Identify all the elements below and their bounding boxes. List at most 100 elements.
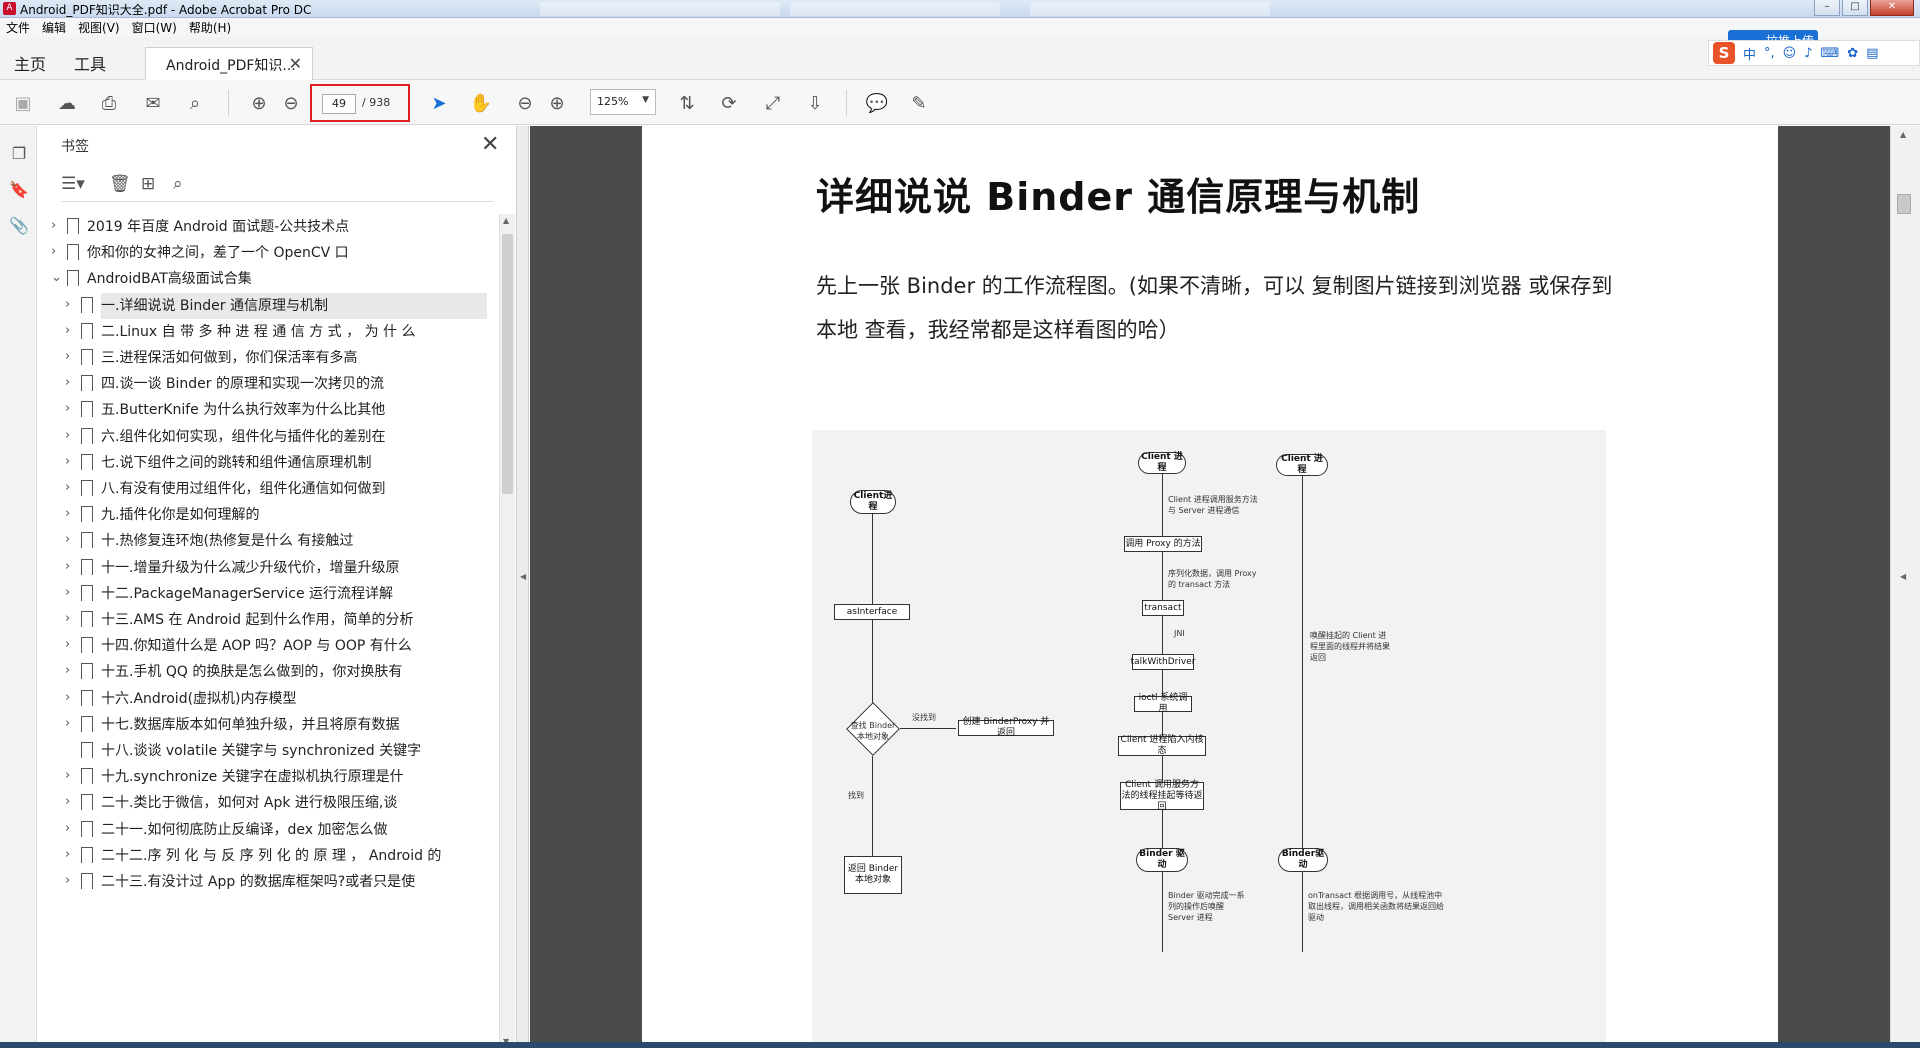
- bookmark-item[interactable]: › 2019 年百度 Android 面试题-公共技术点: [37, 214, 497, 240]
- bookmark-item[interactable]: › 二.Linux 自 带 多 种 进 程 通 信 方 式 ， 为 什 么: [37, 319, 497, 345]
- panel-resize-handle[interactable]: ◀: [517, 126, 529, 1048]
- chevron-right-icon[interactable]: ›: [65, 480, 70, 495]
- zoom-in-icon[interactable]: ⊕: [544, 90, 570, 116]
- bookmark-item[interactable]: › 一.详细说说 Binder 通信原理与机制: [37, 292, 497, 319]
- ime-keyboard-icon[interactable]: ⌨: [1821, 46, 1840, 61]
- menu-edit[interactable]: 编辑: [42, 19, 66, 36]
- bookmark-item[interactable]: › 二十二.序 列 化 与 反 序 列 化 的 原 理 ， Android 的: [37, 843, 497, 869]
- chevron-right-icon[interactable]: ›: [65, 532, 70, 547]
- chevron-right-icon[interactable]: ›: [65, 637, 70, 652]
- bookmark-item[interactable]: › 十九.synchronize 关键字在虚拟机执行原理是什: [37, 764, 497, 790]
- collapse-panel-icon[interactable]: ◀: [520, 572, 526, 581]
- upload-cloud-icon[interactable]: ☁: [54, 90, 80, 116]
- bookmark-item[interactable]: › 九.插件化你是如何理解的: [37, 502, 497, 528]
- ime-tools-icon[interactable]: ▤: [1866, 46, 1878, 61]
- previous-page-icon[interactable]: ⊕: [246, 90, 272, 116]
- chevron-right-icon[interactable]: ›: [51, 218, 56, 233]
- bookmark-item[interactable]: › 十三.AMS 在 Android 起到什么作用，简单的分析: [37, 607, 497, 633]
- minimize-button[interactable]: –: [1814, 0, 1840, 16]
- bookmark-item[interactable]: › 二十.类比于微信，如何对 Apk 进行极限压缩,谈: [37, 790, 497, 816]
- page-thumbnails-icon[interactable]: ❐: [9, 144, 29, 164]
- bookmark-item[interactable]: › 三.进程保活如何做到，你们保活率有多高: [37, 345, 497, 371]
- chevron-right-icon[interactable]: ›: [65, 375, 70, 390]
- search-icon[interactable]: ⌕: [182, 90, 208, 116]
- bookmark-item[interactable]: › 十一.增量升级为什么减少升级代价，增量升级原: [37, 555, 497, 581]
- fullscreen-icon[interactable]: ⤢: [760, 90, 786, 116]
- menu-file[interactable]: 文件: [6, 19, 30, 36]
- chevron-right-icon[interactable]: ›: [65, 690, 70, 705]
- rotate-icon[interactable]: ⟳: [716, 90, 742, 116]
- select-cursor-icon[interactable]: ➤: [426, 90, 452, 116]
- scroll-up-icon[interactable]: ▲: [1900, 130, 1906, 139]
- print-icon[interactable]: ⎙: [96, 90, 122, 116]
- bookmark-item[interactable]: 十八.谈谈 volatile 关键字与 synchronized 关键字: [37, 738, 497, 764]
- chevron-right-icon[interactable]: ›: [65, 297, 70, 312]
- bookmarks-icon[interactable]: 🔖: [9, 180, 29, 200]
- chevron-right-icon[interactable]: ›: [65, 847, 70, 862]
- bookmark-item[interactable]: › 十五.手机 QQ 的换肤是怎么做到的，你对换肤有: [37, 659, 497, 685]
- menu-view[interactable]: 视图(V): [78, 19, 120, 36]
- bookmark-item[interactable]: ⌄ AndroidBAT高级面试合集: [37, 266, 497, 292]
- bookmark-item[interactable]: › 十二.PackageManagerService 运行流程详解: [37, 581, 497, 607]
- chevron-right-icon[interactable]: ›: [65, 663, 70, 678]
- chevron-right-icon[interactable]: ›: [65, 716, 70, 731]
- chevron-right-icon[interactable]: ›: [65, 794, 70, 809]
- current-page-input[interactable]: 49: [322, 94, 356, 114]
- bookmark-item[interactable]: › 十四.你知道什么是 AOP 吗？AOP 与 OOP 有什么: [37, 633, 497, 659]
- bookmark-item[interactable]: › 八.有没有使用过组件化，组件化通信如何做到: [37, 476, 497, 502]
- chevron-right-icon[interactable]: ›: [65, 323, 70, 338]
- scroll-mode-icon[interactable]: ⇩: [802, 90, 828, 116]
- bookmark-item[interactable]: › 十七.数据库版本如何单独升级，并且将原有数据: [37, 712, 497, 738]
- close-window-button[interactable]: ✕: [1870, 0, 1914, 16]
- bookmark-item[interactable]: › 六.组件化如何实现，组件化与插件化的差别在: [37, 424, 497, 450]
- bookmarks-scrollbar[interactable]: ▲ ▼: [499, 214, 515, 1048]
- bookmark-item[interactable]: › 二十一.如何彻底防止反编译，dex 加密怎么做: [37, 817, 497, 843]
- chevron-right-icon[interactable]: ›: [65, 401, 70, 416]
- maximize-button[interactable]: □: [1842, 0, 1868, 16]
- chevron-right-icon[interactable]: ›: [65, 768, 70, 783]
- zoom-out-icon[interactable]: ⊖: [512, 90, 538, 116]
- delete-bookmark-icon[interactable]: 🗑: [109, 174, 131, 194]
- chevron-right-icon[interactable]: ›: [65, 454, 70, 469]
- fit-page-icon[interactable]: ⇅: [674, 90, 700, 116]
- menu-help[interactable]: 帮助(H): [189, 19, 231, 36]
- chevron-right-icon[interactable]: ›: [65, 873, 70, 888]
- bookmark-item[interactable]: › 二十三.有没计过 App 的数据库框架吗?或者只是使: [37, 869, 497, 895]
- chevron-down-icon[interactable]: ⌄: [51, 270, 62, 285]
- bookmark-options-icon[interactable]: ☰▾: [61, 174, 85, 194]
- bookmark-item[interactable]: › 你和你的女神之间，差了一个 OpenCV 口: [37, 240, 497, 266]
- ime-punct-icon[interactable]: °,: [1764, 46, 1775, 61]
- menu-window[interactable]: 窗口(W): [132, 19, 177, 36]
- close-panel-icon[interactable]: ✕: [481, 132, 499, 157]
- chevron-right-icon[interactable]: ›: [65, 585, 70, 600]
- scroll-up-icon[interactable]: ▲: [503, 216, 509, 225]
- ime-skin-icon[interactable]: ✿: [1847, 46, 1858, 61]
- tab-tools[interactable]: 工具: [74, 51, 106, 75]
- chevron-right-icon[interactable]: ›: [65, 349, 70, 364]
- ime-mode[interactable]: 中: [1743, 44, 1756, 63]
- tab-home[interactable]: 主页: [14, 51, 46, 75]
- bookmark-item[interactable]: › 七.说下组件之间的跳转和组件通信原理机制: [37, 450, 497, 476]
- chevron-right-icon[interactable]: ›: [65, 428, 70, 443]
- ime-emoji-icon[interactable]: ☺: [1783, 46, 1797, 61]
- tab-document[interactable]: Android_PDF知识... ✕: [145, 47, 313, 81]
- chevron-right-icon[interactable]: ›: [65, 506, 70, 521]
- new-bookmark-icon[interactable]: ⊞: [141, 174, 155, 194]
- next-page-icon[interactable]: ⊖: [278, 90, 304, 116]
- document-scrollbar[interactable]: ▲ ◀: [1890, 126, 1920, 1048]
- bookmark-item[interactable]: › 十六.Android(虚拟机)内存模型: [37, 686, 497, 712]
- zoom-level-select[interactable]: 125% ▼: [590, 89, 656, 115]
- bookmark-item[interactable]: › 五.ButterKnife 为什么执行效率为什么比其他: [37, 397, 497, 423]
- chevron-right-icon[interactable]: ›: [65, 821, 70, 836]
- save-icon[interactable]: ▣: [10, 90, 36, 116]
- ime-voice-icon[interactable]: ♪: [1804, 46, 1812, 61]
- document-viewport[interactable]: 详细说说 Binder 通信原理与机制 先上一张 Binder 的工作流程图。(…: [530, 126, 1890, 1048]
- attachments-icon[interactable]: 📎: [9, 216, 29, 236]
- scrollbar-thumb[interactable]: [1897, 194, 1911, 214]
- bookmark-item[interactable]: › 十.热修复连环炮(热修复是什么 有接触过: [37, 528, 497, 554]
- expand-right-panel-icon[interactable]: ◀: [1900, 572, 1906, 581]
- close-tab-icon[interactable]: ✕: [289, 54, 302, 73]
- highlight-pen-icon[interactable]: ✎: [906, 90, 932, 116]
- find-bookmark-icon[interactable]: ⌕: [173, 174, 183, 194]
- chevron-right-icon[interactable]: ›: [65, 559, 70, 574]
